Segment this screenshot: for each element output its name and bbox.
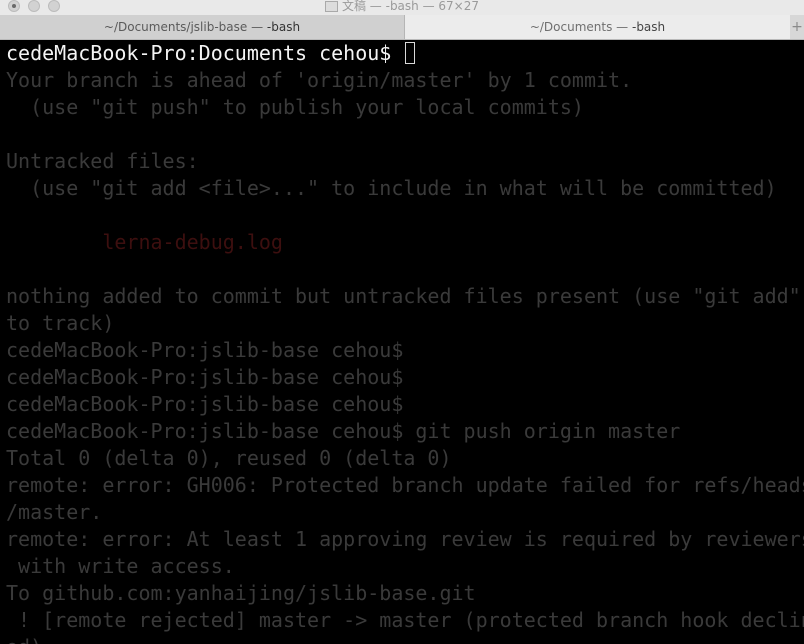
window-title-text: 文稿 — -bash — 67×27 [341, 0, 479, 13]
terminal-line: (use "git add <file>..." to include in w… [6, 176, 777, 200]
new-tab-button[interactable]: + [790, 15, 804, 39]
terminal-line: lerna-debug.log [6, 230, 283, 254]
tab-path-label: ~/Documents — [529, 20, 632, 34]
terminal-line: Total 0 (delta 0), reused 0 (delta 0) [6, 446, 452, 470]
terminal-line: cedeMacBook-Pro:jslib-base cehou$ git pu… [6, 419, 681, 443]
terminal-line: Your branch is ahead of 'origin/master' … [6, 68, 633, 92]
terminal-line: cedeMacBook-Pro:jslib-base cehou$ [6, 338, 404, 362]
tab-jslib-base[interactable]: ~/Documents/jslib-base — -bash [0, 15, 405, 39]
tab-command-label: -bash [266, 20, 301, 34]
terminal-line: ! [remote rejected] master -> master (pr… [6, 608, 804, 632]
terminal-line: /master. [6, 500, 103, 524]
terminal-line: to track) [6, 311, 115, 335]
tab-documents[interactable]: ~/Documents — -bash [405, 15, 790, 39]
terminal-line: nothing added to commit but untracked fi… [6, 284, 801, 308]
tab-path-label: ~/Documents/jslib-base — [103, 20, 267, 34]
active-prompt-line: cedeMacBook-Pro:Documents cehou$ [6, 40, 804, 67]
window-title: 文稿 — -bash — 67×27 [0, 0, 804, 14]
terminal-line: (use "git push" to publish your local co… [6, 95, 584, 119]
tab-command-label: -bash [631, 20, 666, 34]
terminal-output[interactable]: cedeMacBook-Pro:Documents cehou$ Your br… [0, 40, 804, 644]
tab-bar: ~/Documents/jslib-base — -bash ~/Documen… [0, 15, 804, 40]
terminal-line: remote: error: At least 1 approving revi… [6, 527, 804, 551]
terminal-line: with write access. [6, 554, 235, 578]
terminal-line: remote: error: GH006: Protected branch u… [6, 473, 804, 497]
prompt-text: cedeMacBook-Pro:Documents cehou$ [6, 41, 404, 65]
terminal-line: ed) [6, 634, 804, 644]
document-icon [324, 1, 338, 12]
terminal-line: cedeMacBook-Pro:jslib-base cehou$ [6, 365, 404, 389]
terminal-line: Untracked files: [6, 149, 199, 173]
title-bar: 文稿 — -bash — 67×27 [0, 0, 804, 15]
terminal-line: cedeMacBook-Pro:jslib-base cehou$ [6, 392, 404, 416]
terminal-line: To github.com:yanhaijing/jslib-base.git [6, 581, 476, 605]
text-cursor [405, 42, 416, 64]
terminal-history: Your branch is ahead of 'origin/master' … [6, 67, 804, 644]
